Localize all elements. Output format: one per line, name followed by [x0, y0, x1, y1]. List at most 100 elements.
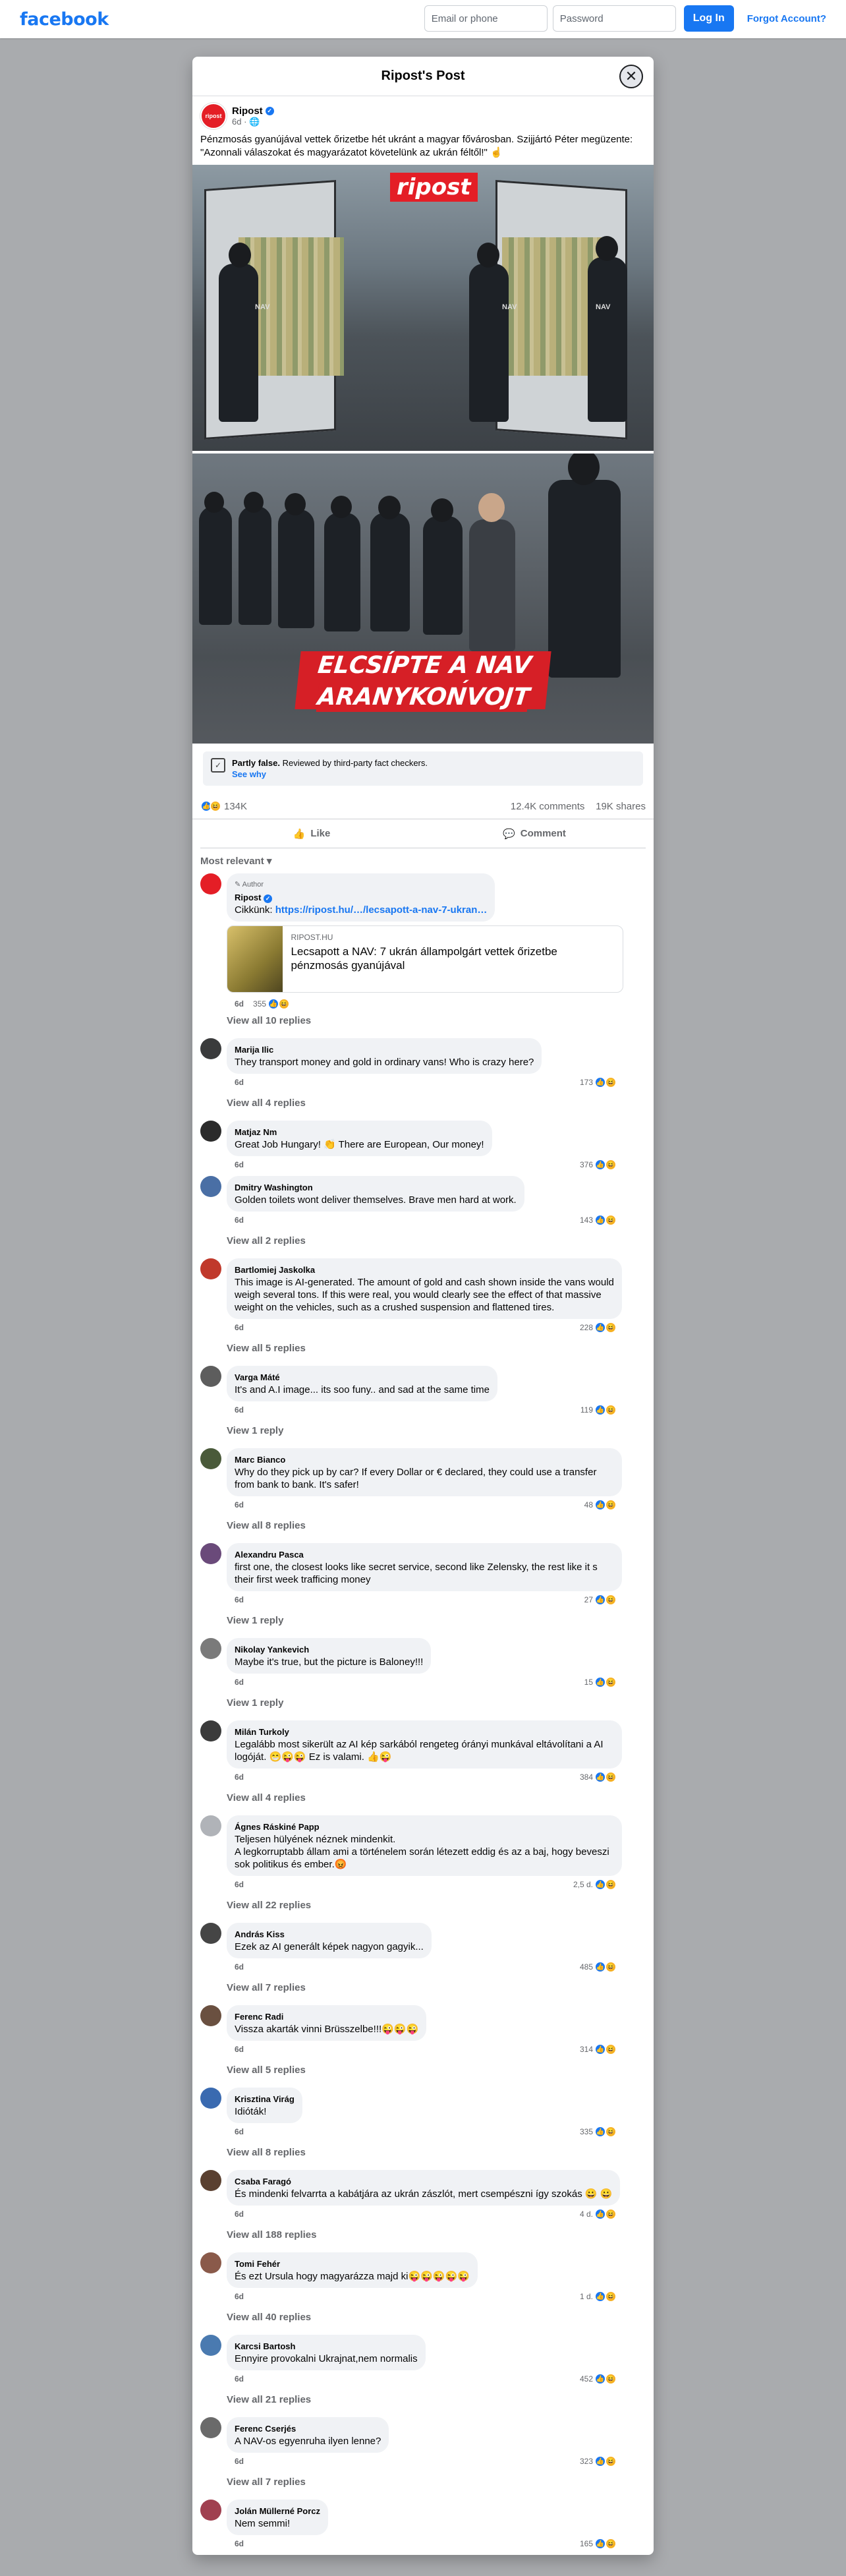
commenter-avatar[interactable] [200, 1038, 221, 1059]
comment-reactions[interactable]: 452 👍 😆 [580, 2373, 617, 2385]
comment-time[interactable]: 6d [235, 1405, 244, 1415]
commenter-avatar[interactable] [200, 1720, 221, 1742]
reactions-count[interactable]: 134K [224, 801, 247, 812]
commenter-avatar[interactable] [200, 2088, 221, 2109]
comment-author-name[interactable]: Marija Ilic [235, 1043, 534, 1056]
comment-sort-dropdown[interactable]: Most relevant ▾ [192, 848, 654, 873]
facebook-logo[interactable]: facebook [20, 9, 109, 30]
comment-time[interactable]: 6d [235, 2210, 244, 2219]
comment-reactions[interactable]: 4 d. 👍 😆 [580, 2208, 617, 2220]
author-avatar[interactable] [200, 873, 221, 894]
comment-time[interactable]: 6d [235, 1215, 244, 1225]
link-preview-card[interactable]: RIPOST.HU Lecsapott a NAV: 7 ukrán állam… [227, 925, 623, 993]
comment-reactions[interactable]: 15 👍 😆 [584, 1676, 617, 1688]
comment-author-name[interactable]: Tomi Fehér [235, 2258, 470, 2270]
comment-reactions[interactable]: 314 👍 😆 [580, 2043, 617, 2055]
comment-button[interactable]: 💬 Comment [423, 819, 646, 848]
commenter-avatar[interactable] [200, 1366, 221, 1387]
commenter-avatar[interactable] [200, 1258, 221, 1279]
comment-author-name[interactable]: Ferenc Radi [235, 2010, 418, 2023]
commenter-avatar[interactable] [200, 1176, 221, 1197]
comment-time[interactable]: 6d [235, 2457, 244, 2466]
comment-author-name[interactable]: András Kiss [235, 1928, 424, 1941]
comment-reactions[interactable]: 119 👍 😆 [580, 1404, 617, 1416]
post-time[interactable]: 6d [232, 117, 241, 127]
commenter-avatar[interactable] [200, 1121, 221, 1142]
comment-time[interactable]: 6d [235, 1595, 244, 1604]
comment-author-name[interactable]: Ferenc Cserjés [235, 2422, 381, 2435]
commenter-avatar[interactable] [200, 2335, 221, 2356]
view-replies-link[interactable]: View all 7 replies [200, 2473, 646, 2492]
see-why-link[interactable]: See why [232, 769, 428, 779]
close-icon[interactable]: ✕ [619, 65, 643, 88]
comment-author-name[interactable]: Marc Bianco [235, 1453, 614, 1466]
commenter-avatar[interactable] [200, 2500, 221, 2521]
comment-author-name[interactable]: Varga Máté [235, 1371, 490, 1384]
reaction-icons[interactable]: 👍 😆 [200, 800, 221, 812]
comment-reactions[interactable]: 355 👍 😆 [253, 998, 291, 1010]
commenter-avatar[interactable] [200, 2417, 221, 2438]
comment-time[interactable]: 6d [235, 1500, 244, 1509]
view-replies-link[interactable]: View 1 reply [200, 1421, 646, 1440]
view-replies-link[interactable]: View all 188 replies [200, 2225, 646, 2244]
comment-reactions[interactable]: 1 d. 👍 😆 [580, 2291, 617, 2302]
comment-author-name[interactable]: Karcsi Bartosh [235, 2340, 418, 2353]
view-replies-link[interactable]: View all 22 replies [200, 1896, 646, 1915]
comment-reactions[interactable]: 335 👍 😆 [580, 2126, 617, 2138]
comment-time[interactable]: 6d [235, 1078, 244, 1087]
password-field[interactable] [552, 5, 676, 32]
view-replies-link[interactable]: View all 5 replies [200, 2061, 646, 2080]
commenter-avatar[interactable] [200, 2170, 221, 2191]
post-photo-vans[interactable]: ripost NAV NAV NAV [192, 165, 654, 451]
comment-time[interactable]: 6d [235, 1323, 244, 1332]
comment-time[interactable]: 6d [235, 2127, 244, 2136]
view-replies-link[interactable]: View all 2 replies [200, 1231, 646, 1250]
commenter-avatar[interactable] [200, 1543, 221, 1564]
comment-author-name[interactable]: Krisztina Virág [235, 2093, 295, 2105]
view-replies-link[interactable]: View all 4 replies [200, 1788, 646, 1807]
comment-reactions[interactable]: 143 👍 😆 [580, 1214, 617, 1226]
view-replies-link[interactable]: View 1 reply [200, 1611, 646, 1630]
comment-reactions[interactable]: 228 👍 😆 [580, 1322, 617, 1333]
comment-reactions[interactable]: 323 👍 😆 [580, 2455, 617, 2467]
view-replies-link[interactable]: View all 8 replies [200, 1516, 646, 1535]
comment-author-name[interactable]: Csaba Faragó [235, 2175, 612, 2188]
view-replies-link[interactable]: View all 40 replies [200, 2308, 646, 2327]
comment-author-name[interactable]: Ripost ✓ [235, 891, 487, 904]
article-link[interactable]: https://ripost.hu/…/lecsapott-a-nav-7-uk… [275, 904, 488, 916]
view-replies-link[interactable]: View all 5 replies [200, 1339, 646, 1358]
comment-time[interactable]: 6d [235, 2539, 244, 2548]
view-replies-link[interactable]: View all 4 replies [200, 1094, 646, 1113]
comment-reactions[interactable]: 2,5 d. 👍 😆 [573, 1879, 617, 1890]
commenter-avatar[interactable] [200, 2005, 221, 2026]
comment-author-name[interactable]: Matjaz Nm [235, 1126, 484, 1138]
comment-time[interactable]: 6d [235, 1962, 244, 1972]
shares-count[interactable]: 19K shares [596, 801, 646, 812]
post-photo-arrests[interactable]: ELCSÍPTE A NAV AZ UKRÁN ARANYKONVOJT [192, 454, 654, 744]
comment-time[interactable]: 6d [235, 1160, 244, 1169]
comment-reactions[interactable]: 384 👍 😆 [580, 1771, 617, 1783]
comment-reactions[interactable]: 485 👍 😆 [580, 1961, 617, 1973]
forgot-account-link[interactable]: Forgot Account? [747, 13, 826, 24]
comment-author-name[interactable]: Bartlomiej Jaskolka [235, 1264, 614, 1276]
comment-author-name[interactable]: Nikolay Yankevich [235, 1643, 423, 1656]
comment-author-name[interactable]: Ágnes Ráskiné Papp [235, 1821, 614, 1833]
like-button[interactable]: 👍 Like [200, 819, 423, 848]
view-replies-link[interactable]: View all 7 replies [200, 1978, 646, 1997]
comment-reactions[interactable]: 376 👍 😆 [580, 1159, 617, 1171]
page-name[interactable]: Ripost [232, 105, 263, 117]
comment-author-name[interactable]: Alexandru Pasca [235, 1548, 614, 1561]
comment-author-name[interactable]: Jolán Müllerné Porcz [235, 2505, 320, 2517]
comment-reactions[interactable]: 48 👍 😆 [584, 1499, 617, 1511]
comment-time[interactable]: 6d [235, 2045, 244, 2054]
comment-time[interactable]: 6d [235, 2292, 244, 2301]
comment-time[interactable]: 6d [235, 1880, 244, 1889]
login-button[interactable]: Log In [683, 5, 734, 32]
comment-time[interactable]: 6d [235, 999, 244, 1009]
commenter-avatar[interactable] [200, 1923, 221, 1944]
comment-reactions[interactable]: 173 👍 😆 [580, 1076, 617, 1088]
comments-count[interactable]: 12.4K comments [511, 801, 585, 812]
email-field[interactable] [424, 5, 548, 32]
commenter-avatar[interactable] [200, 1448, 221, 1469]
commenter-avatar[interactable] [200, 1638, 221, 1659]
